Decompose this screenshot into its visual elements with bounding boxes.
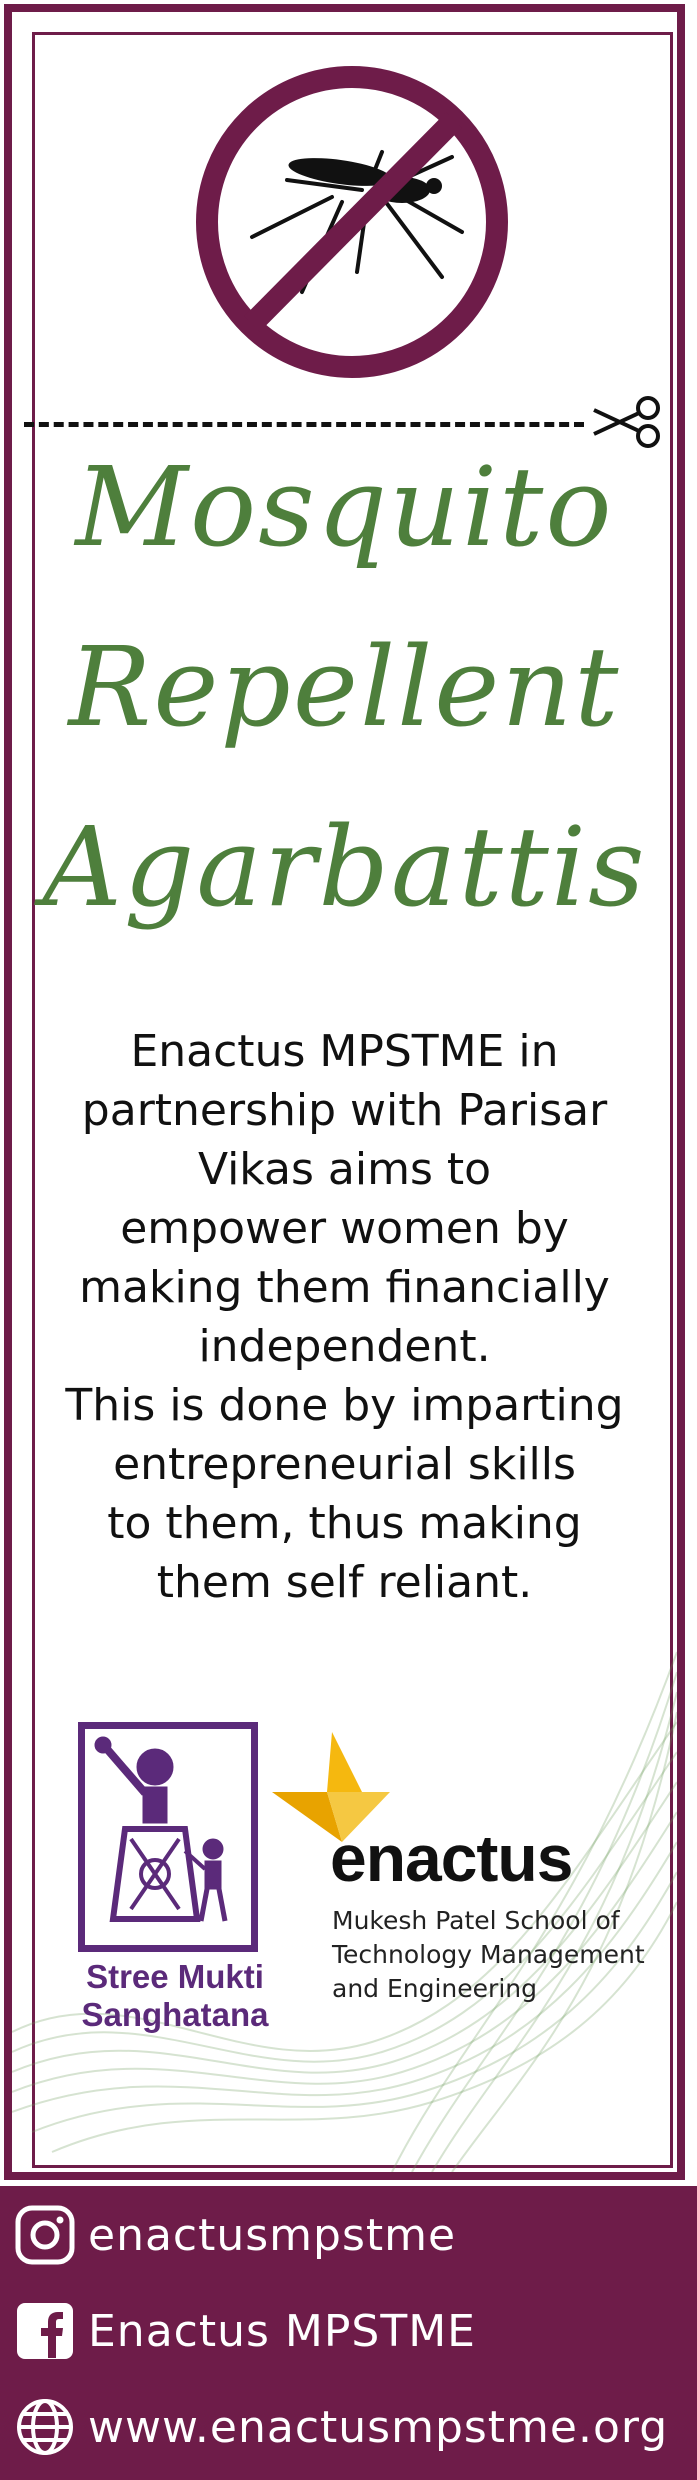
description-line: them self reliant.: [156, 1557, 533, 1608]
smk-name: Stree Mukti Sanghatana: [70, 1958, 280, 2034]
globe-icon: [17, 2399, 73, 2455]
women-figures-icon: [94, 1736, 228, 1922]
instagram-handle: enactusmpstme: [88, 2209, 457, 2261]
enactus-school: Mukesh Patel School of Technology Manage…: [332, 1904, 677, 2006]
smk-name-line-1: Stree Mukti: [86, 1958, 264, 1995]
enactus-school-line-3: and Engineering: [332, 1974, 537, 2003]
smk-emblem: [78, 1722, 258, 1952]
website-url: www.enactusmpstme.org: [88, 2401, 669, 2453]
description-line: empower women by: [120, 1203, 569, 1254]
social-footer: enactusmpstme Enactus MPSTME www.enactus…: [0, 2186, 697, 2480]
stree-mukti-logo: Stree Mukti Sanghatana: [70, 1722, 270, 2052]
instagram-link[interactable]: enactusmpstme: [14, 2194, 694, 2276]
description-line: partnership with Parisar: [81, 1085, 608, 1136]
enactus-school-line-2: Technology Management: [332, 1940, 645, 1969]
description-line: entrepreneurial skills: [113, 1439, 576, 1490]
instagram-icon: [15, 2205, 75, 2265]
description-line: making them financially: [79, 1262, 610, 1313]
enactus-wordmark: enactus: [330, 1821, 573, 1895]
scissors-icon: [593, 396, 660, 448]
smk-name-line-2: Sanghatana: [81, 1996, 269, 2033]
title-line-1: Mosquito: [75, 443, 614, 571]
description-line: independent.: [198, 1321, 491, 1372]
no-mosquito-icon: [196, 66, 508, 378]
enactus-school-line-1: Mukesh Patel School of: [332, 1906, 620, 1935]
description-line: Enactus MPSTME in: [130, 1026, 559, 1077]
title-line-3: Agarbattis: [42, 803, 647, 931]
description-line: Vikas aims to: [197, 1144, 492, 1195]
facebook-link[interactable]: Enactus MPSTME: [14, 2290, 694, 2372]
website-link[interactable]: www.enactusmpstme.org: [14, 2386, 694, 2468]
description-line: This is done by imparting: [65, 1380, 624, 1431]
bookmark-card: Mosquito Repellent Agarbattis Enactus MP…: [4, 4, 685, 2180]
description: Enactus MPSTME in partnership with Paris…: [32, 1022, 657, 1612]
cut-dashed-line: [24, 422, 584, 427]
title-line-2: Repellent: [68, 623, 621, 751]
facebook-name: Enactus MPSTME: [88, 2305, 476, 2357]
enactus-logo: enactus Mukesh Patel School of Technolog…: [270, 1732, 677, 2032]
description-line: to them, thus making: [107, 1498, 582, 1549]
facebook-icon: [17, 2303, 73, 2359]
